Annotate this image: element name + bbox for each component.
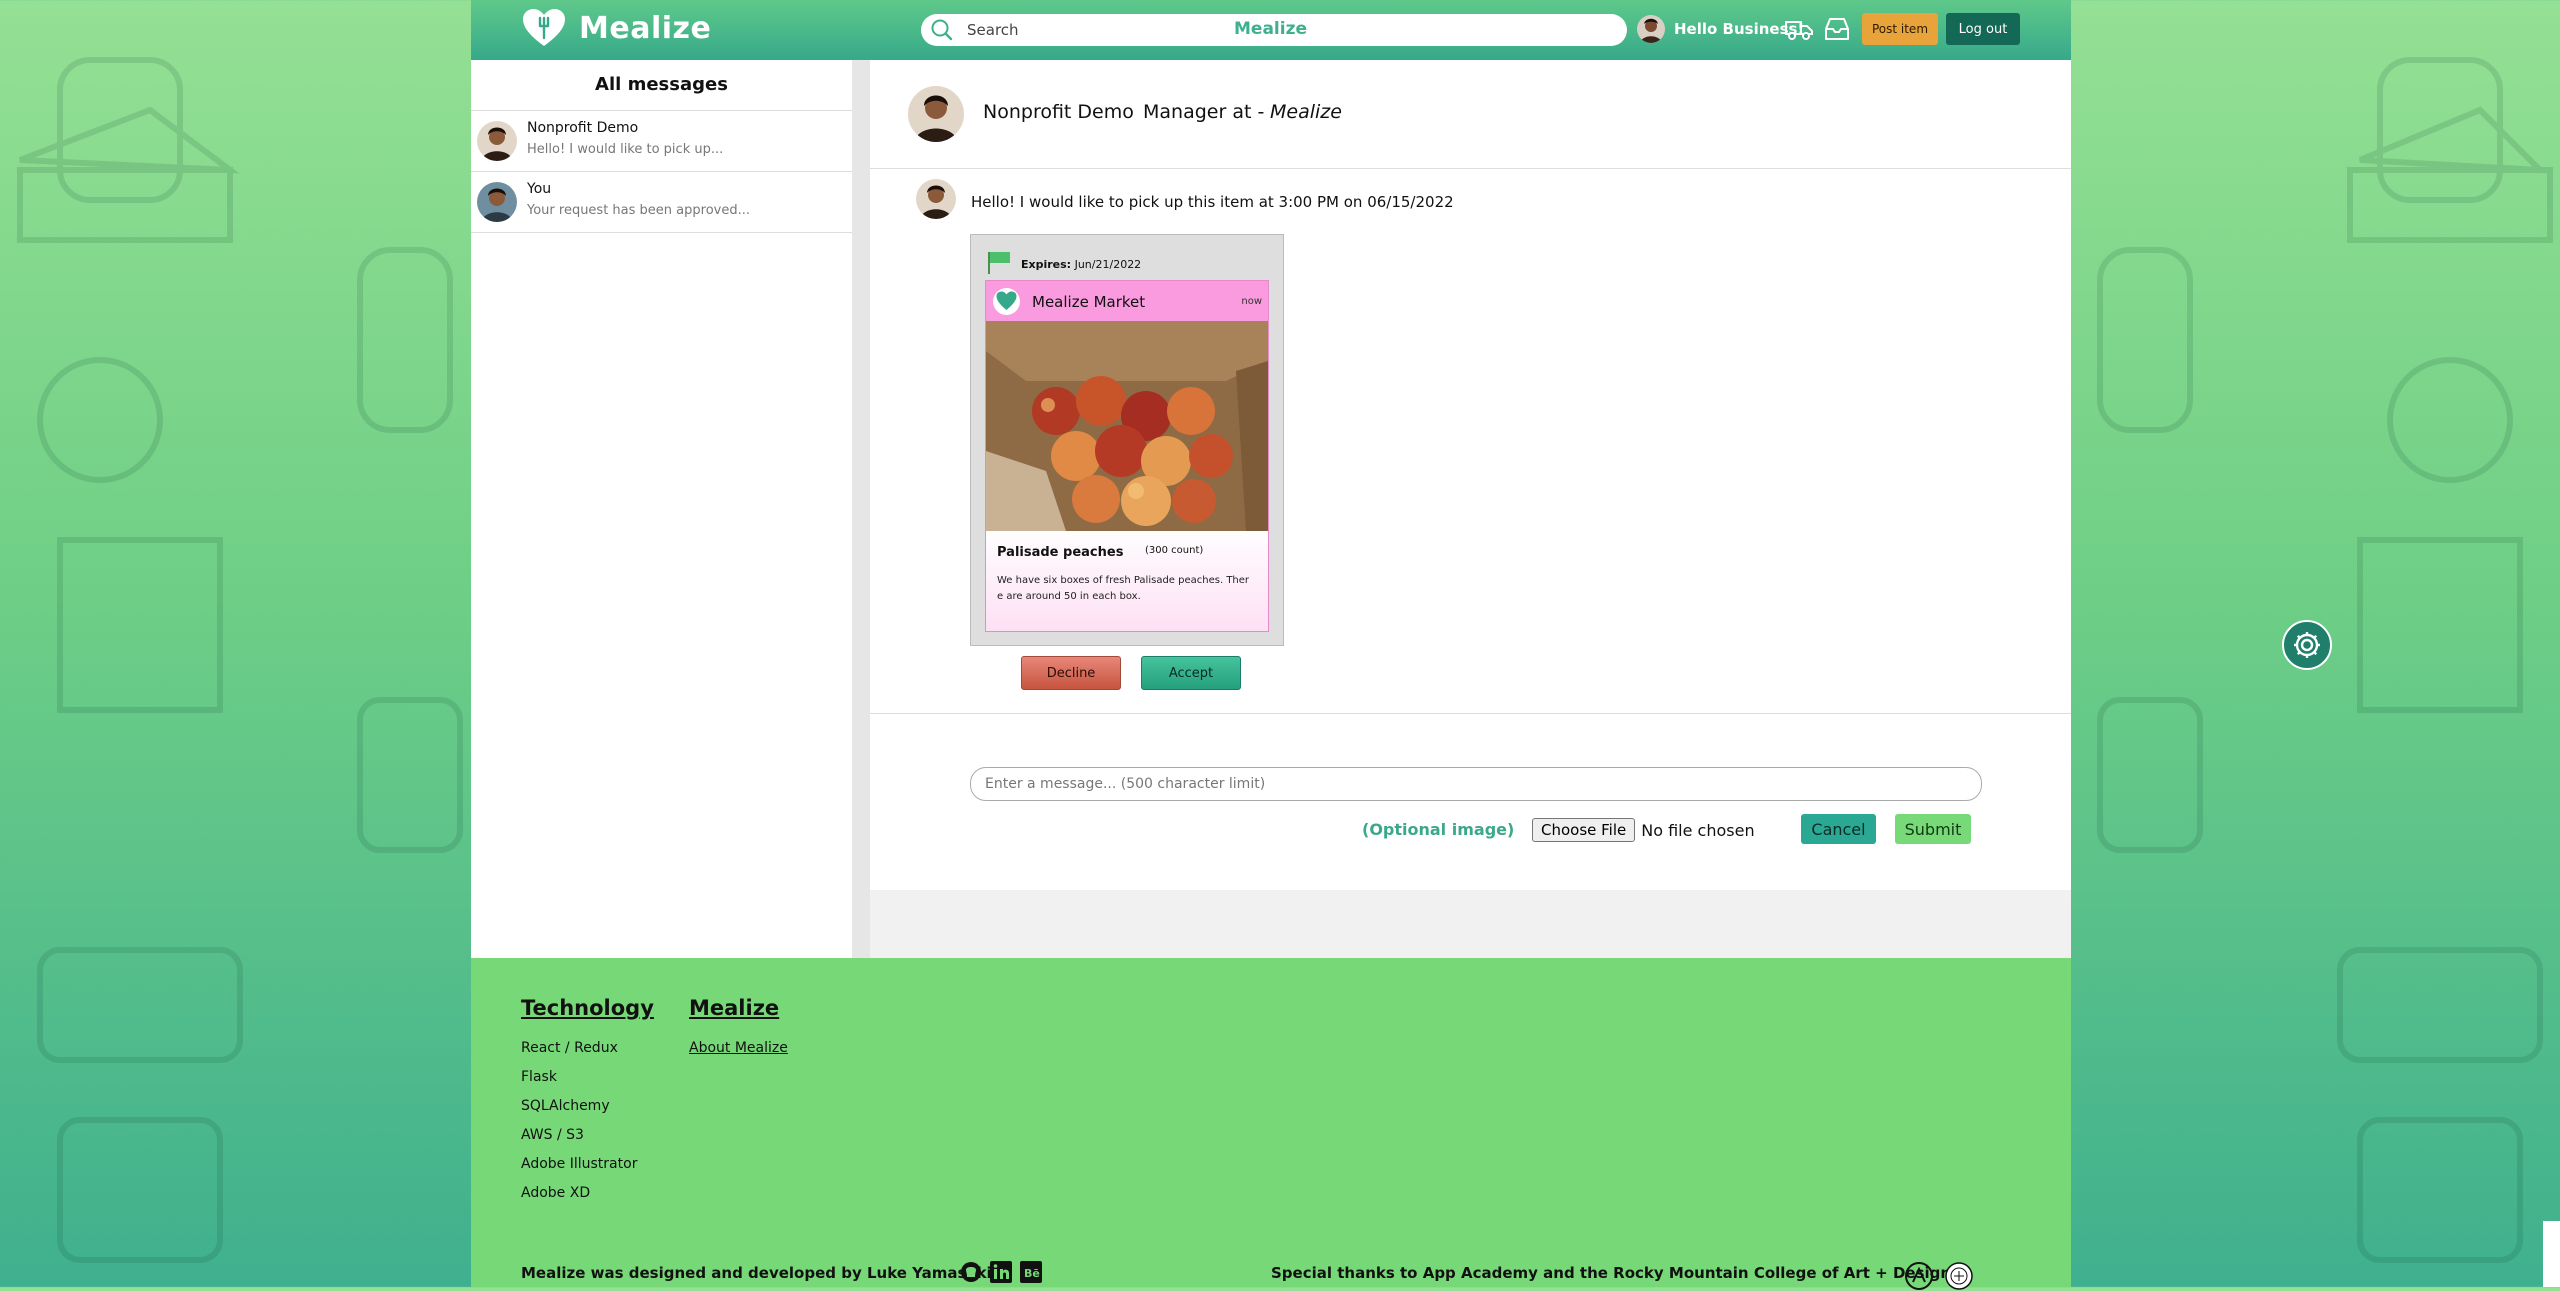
post-item-button[interactable]: Post item	[1862, 13, 1938, 45]
thread-preview: Your request has been approved...	[527, 203, 750, 218]
log-out-button[interactable]: Log out	[1946, 13, 2020, 45]
panel-divider	[852, 60, 870, 958]
technology-item: AWS / S3	[521, 1127, 584, 1143]
search-input[interactable]	[965, 20, 1219, 40]
search-icon	[931, 19, 953, 41]
settings-button[interactable]	[2282, 620, 2332, 670]
compose-area: (Optional image) Choose File No file cho…	[870, 714, 2071, 890]
technology-item: SQLAlchemy	[521, 1098, 610, 1114]
logo-text: Mealize	[579, 10, 712, 46]
thread-name: Nonprofit Demo	[527, 120, 639, 136]
footer: Technology React / Redux Flask SQLAlchem…	[471, 958, 2071, 1290]
message-text: Hello! I would like to pick up this item…	[971, 193, 1454, 211]
item-count: (300 count)	[1145, 545, 1204, 556]
search-brand-label: Mealize	[1234, 19, 1307, 39]
file-status: No file chosen	[1641, 820, 1755, 840]
scrollbar-corner	[2543, 1221, 2560, 1287]
technology-item: Flask	[521, 1069, 557, 1085]
technology-list: React / Redux Flask SQLAlchemy AWS / S3 …	[521, 1040, 637, 1214]
svg-text:Bē: Bē	[1024, 1267, 1040, 1280]
contact-name: Nonprofit Demo	[983, 101, 1134, 123]
avatar-image	[1637, 15, 1665, 43]
item-name: Palisade peaches	[997, 545, 1124, 560]
thread-preview: Hello! I would like to pick up...	[527, 142, 724, 157]
market-logo-icon	[993, 288, 1020, 315]
footer-thanks: Special thanks to App Academy and the Ro…	[1271, 1264, 1952, 1282]
top-navbar: Mealize Mealize Hello Business! Post ite	[471, 0, 2071, 60]
flag-icon	[988, 252, 1010, 274]
card-header: Mealize Market now	[986, 281, 1268, 321]
footer-credit: Mealize was designed and developed by Lu…	[521, 1264, 992, 1282]
thread-avatar	[477, 121, 517, 161]
technology-item: Adobe XD	[521, 1185, 591, 1201]
optional-image-label: (Optional image)	[1362, 820, 1515, 839]
user-avatar[interactable]	[1637, 15, 1665, 43]
inbox-icon[interactable]	[1823, 16, 1851, 42]
message-avatar	[916, 179, 956, 219]
conversation-header: Nonprofit Demo Manager at - Mealize	[870, 60, 2071, 169]
thread-avatar	[477, 182, 517, 222]
contact-company: Mealize	[1270, 101, 1342, 123]
cancel-button[interactable]: Cancel	[1801, 814, 1876, 844]
accept-button[interactable]: Accept	[1141, 656, 1241, 690]
contact-role: Manager at -	[1143, 101, 1265, 123]
file-chooser: Choose File No file chosen	[1532, 818, 1755, 842]
thread-item-you[interactable]: You Your request has been approved...	[471, 172, 852, 233]
technology-item: Adobe Illustrator	[521, 1156, 638, 1172]
item-card[interactable]: Mealize Market now Palisade peaches (300…	[985, 280, 1269, 632]
heart-fork-logo-icon	[523, 9, 565, 46]
search-bar[interactable]: Mealize	[921, 14, 1627, 46]
expiration: Expires: Jun/21/2022	[1021, 258, 1142, 271]
messages-sidebar: All messages Nonprofit Demo Hello! I wou…	[471, 60, 852, 958]
home-logo[interactable]: Mealize	[521, 8, 711, 48]
item-description: We have six boxes of fresh Palisade peac…	[997, 575, 1250, 602]
message-input[interactable]	[970, 767, 1982, 801]
about-mealize-link[interactable]: About Mealize	[689, 1040, 788, 1056]
thread-item-nonprofit-demo[interactable]: Nonprofit Demo Hello! I would like to pi…	[471, 111, 852, 172]
sidebar-title: All messages	[471, 60, 852, 111]
item-photo	[986, 321, 1268, 531]
footer-technology-title: Technology	[521, 996, 654, 1020]
settings-gear-icon	[2294, 632, 2320, 658]
message-area: Hello! I would like to pick up this item…	[870, 169, 2071, 714]
market-name: Mealize Market	[1032, 293, 1146, 311]
truck-icon[interactable]	[1784, 16, 1814, 42]
contact-avatar	[908, 86, 964, 142]
post-time: now	[1241, 296, 1262, 307]
linkedin-icon[interactable]	[990, 1261, 1012, 1283]
choose-file-button[interactable]: Choose File	[1532, 818, 1636, 842]
thread-name: You	[527, 181, 552, 197]
conversation-panel: Nonprofit Demo Manager at - Mealize Hell…	[870, 60, 2071, 958]
github-icon[interactable]	[960, 1261, 982, 1283]
decline-button[interactable]: Decline	[1021, 656, 1121, 690]
item-request-frame: Expires: Jun/21/2022 Mealize Market now	[970, 234, 1284, 646]
submit-button[interactable]: Submit	[1895, 814, 1971, 844]
technology-item: React / Redux	[521, 1040, 618, 1056]
behance-icon[interactable]: Bē	[1020, 1261, 1042, 1283]
footer-mealize-title: Mealize	[689, 996, 780, 1020]
